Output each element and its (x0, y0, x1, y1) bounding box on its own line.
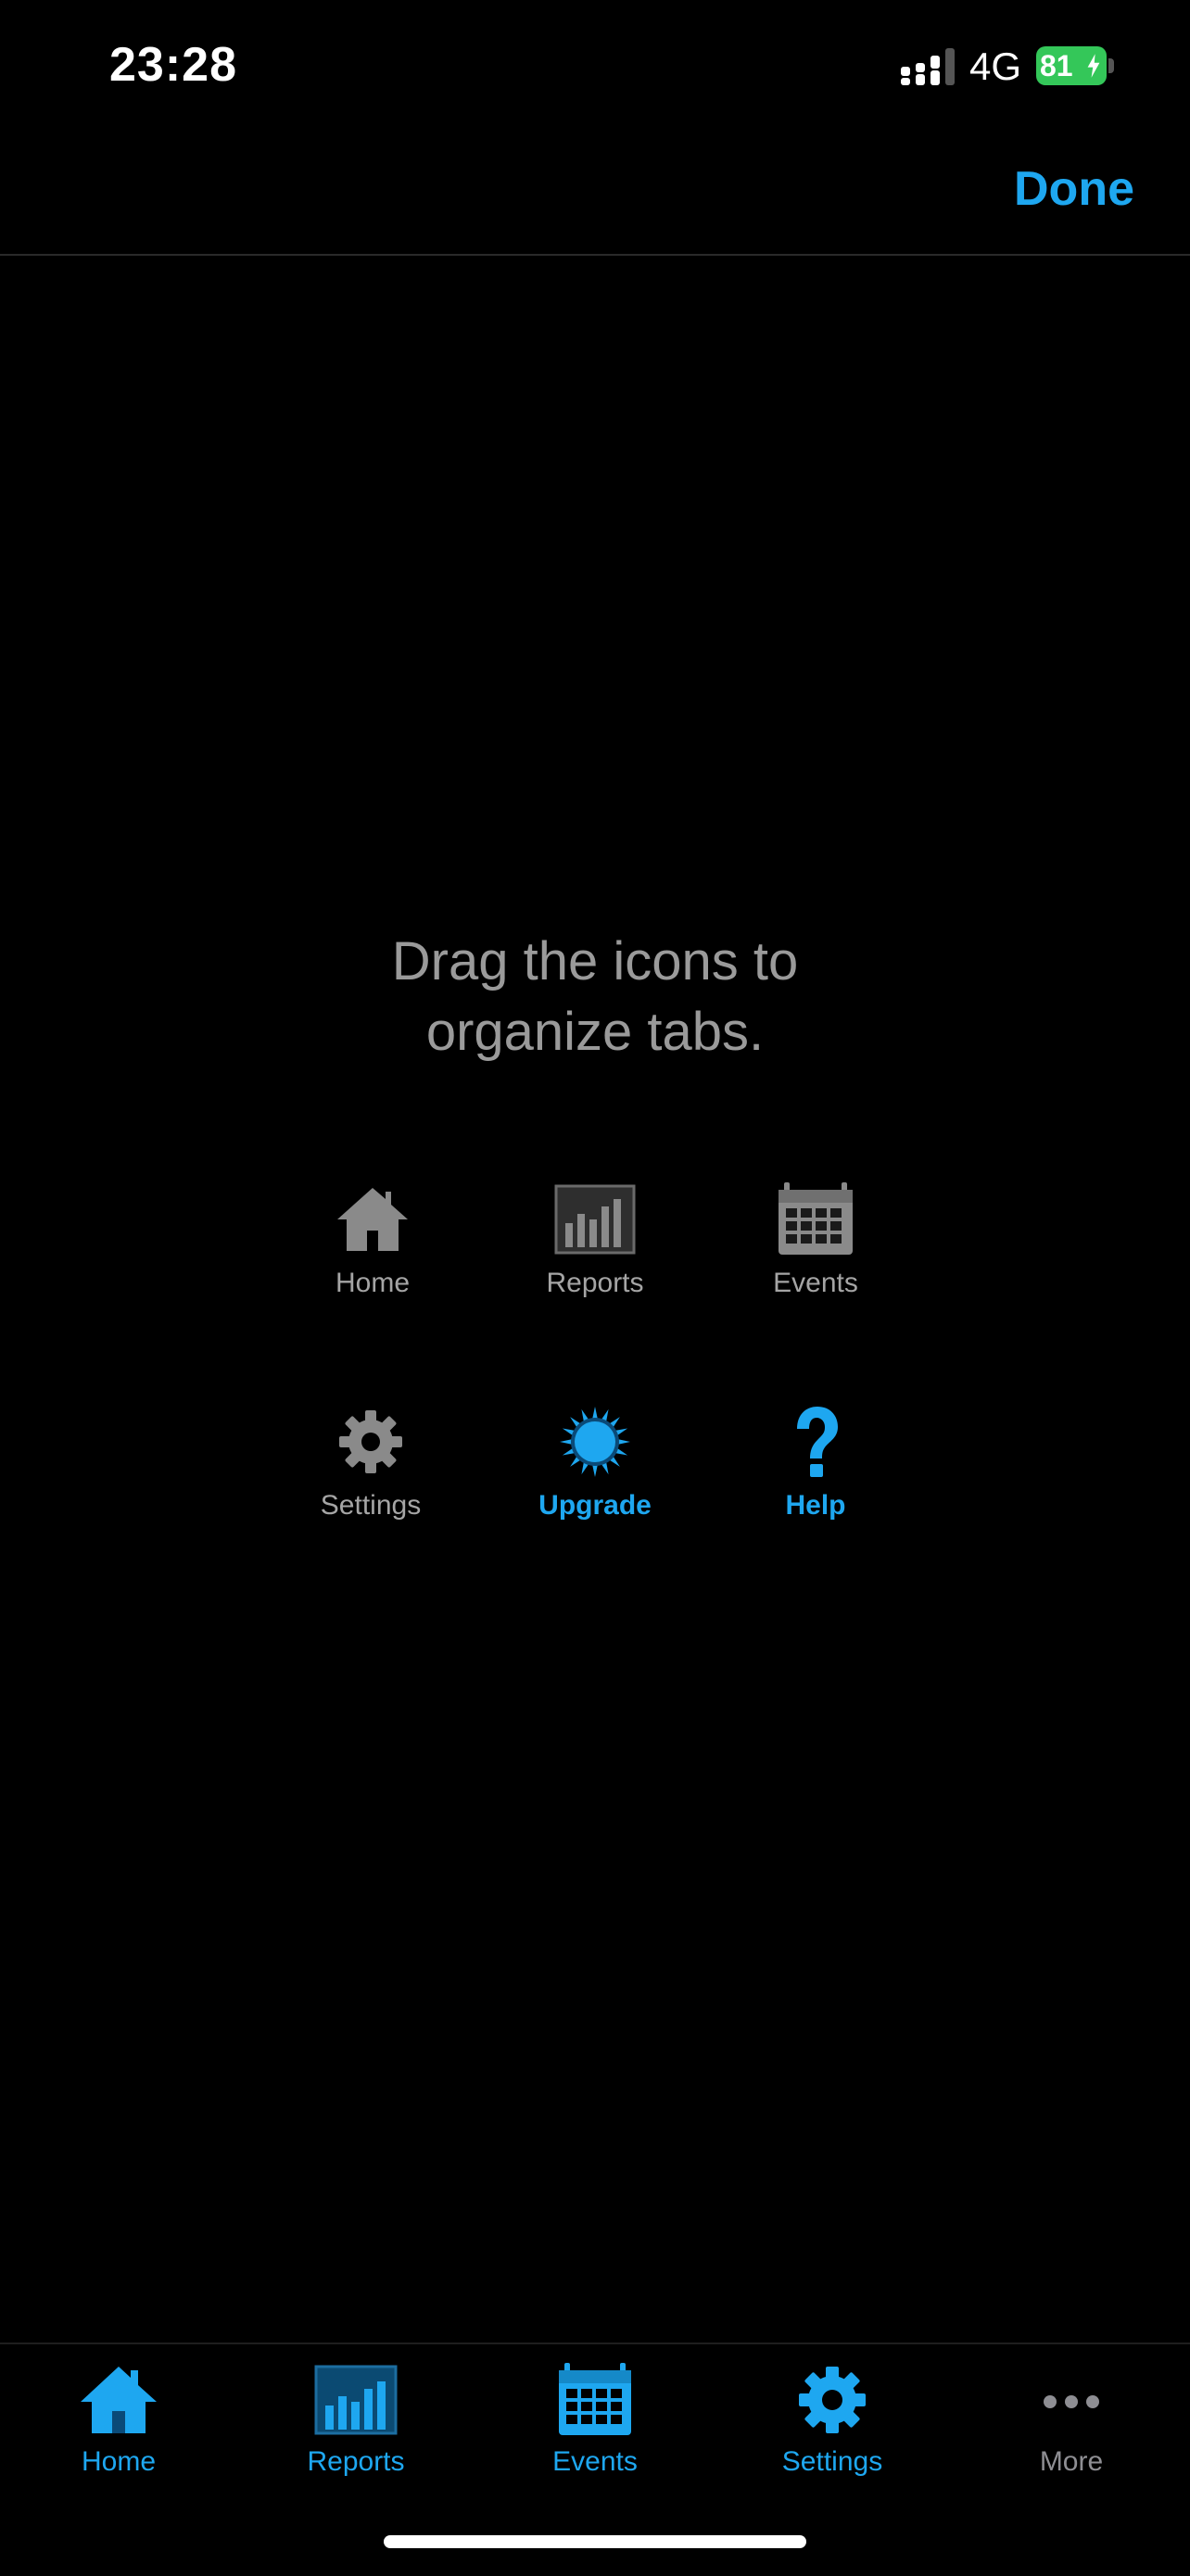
question-icon (797, 1407, 838, 1477)
done-button[interactable]: Done (1014, 161, 1134, 217)
grid-item-label: Upgrade (538, 1490, 652, 1521)
tab-label: Settings (781, 2446, 883, 2477)
grid-item-help[interactable]: Help (723, 1405, 908, 1544)
tab-home[interactable]: Home (0, 2363, 237, 2502)
grid-item-home[interactable]: Home (280, 1182, 465, 1321)
bar-chart-icon (554, 1184, 636, 1255)
sun-icon (560, 1407, 630, 1477)
tab-label: More (1039, 2446, 1104, 2477)
tab-events[interactable]: Events (476, 2363, 714, 2502)
gear-icon (339, 1410, 402, 1473)
tab-label: Reports (307, 2446, 405, 2477)
battery-indicator: 81 (1036, 46, 1114, 85)
house-icon (337, 1188, 408, 1251)
grid-item-events[interactable]: Events (723, 1182, 908, 1321)
home-indicator[interactable] (384, 2535, 806, 2548)
grid-item-label: Home (335, 1268, 411, 1298)
instruction-text: Drag the icons to organize tabs. (0, 927, 1190, 1067)
grid-item-label: Events (773, 1268, 858, 1298)
ellipsis-icon (1044, 2395, 1099, 2408)
tab-more[interactable]: More (953, 2363, 1190, 2502)
tab-label: Events (552, 2446, 638, 2477)
battery-terminal (1108, 58, 1114, 73)
instruction-line-2: organize tabs. (425, 1002, 765, 1062)
status-bar: 23:28 4G 81 (0, 0, 1190, 139)
grid-item-upgrade[interactable]: Upgrade (502, 1405, 688, 1544)
navigation-bar: Done (0, 139, 1190, 256)
grid-item-label: Help (785, 1490, 846, 1521)
tab-settings[interactable]: Settings (714, 2363, 951, 2502)
cellular-signal-icon (901, 48, 955, 85)
grid-item-reports[interactable]: Reports (502, 1182, 688, 1321)
bar-chart-icon (314, 2365, 398, 2435)
house-icon (81, 2367, 157, 2433)
grid-item-label: Settings (320, 1490, 422, 1521)
grid-item-label: Reports (546, 1268, 644, 1298)
network-type: 4G (969, 44, 1022, 88)
calendar-icon (779, 1182, 853, 1255)
status-time: 23:28 (109, 38, 237, 92)
grid-item-settings[interactable]: Settings (278, 1405, 463, 1544)
battery-level: 81 (1040, 49, 1073, 82)
gear-icon (799, 2367, 866, 2433)
tab-reports[interactable]: Reports (237, 2363, 475, 2502)
calendar-icon (559, 2363, 631, 2435)
instruction-line-1: Drag the icons to (391, 931, 799, 991)
charging-bolt-icon (1087, 54, 1100, 78)
tab-label: Home (81, 2446, 157, 2477)
